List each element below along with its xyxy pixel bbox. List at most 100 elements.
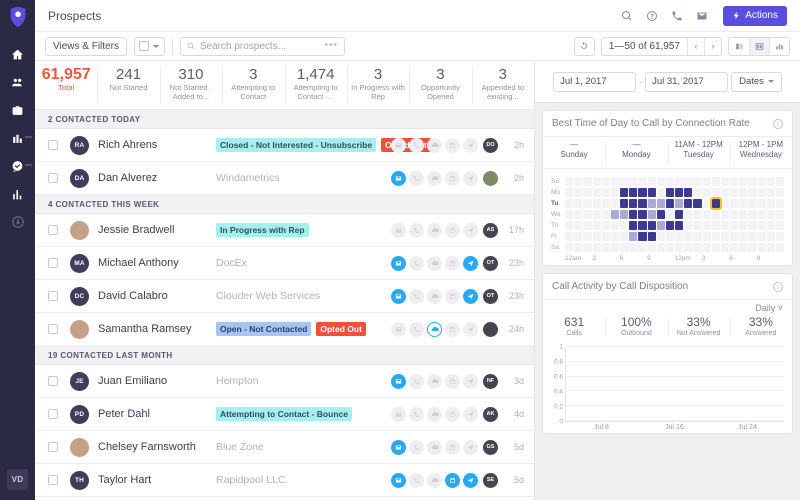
start-date-field[interactable]: Jul 1, 2017: [553, 71, 637, 92]
list-view-icon[interactable]: [729, 38, 749, 55]
heatmap-cell[interactable]: [675, 177, 684, 186]
heatmap-cell[interactable]: [583, 188, 592, 197]
heatmap-cell[interactable]: [739, 243, 748, 252]
heatmap-cell[interactable]: [665, 177, 675, 186]
heatmap-cell[interactable]: [638, 188, 647, 197]
row-checkbox[interactable]: [48, 376, 58, 386]
heatmap-cell[interactable]: [565, 177, 574, 186]
heatmap-cell[interactable]: [730, 177, 739, 186]
heatmap-cell[interactable]: [647, 188, 656, 197]
info-icon[interactable]: i: [773, 118, 783, 129]
heatmap-cell[interactable]: [592, 221, 601, 230]
heatmap-cell[interactable]: [739, 221, 748, 230]
heatmap-cell[interactable]: [620, 177, 629, 186]
email-icon[interactable]: [391, 406, 406, 422]
heatmap-cell[interactable]: [638, 243, 647, 252]
email-icon[interactable]: [391, 170, 406, 186]
cloud-icon[interactable]: [427, 439, 442, 455]
heatmap-cell[interactable]: [748, 188, 757, 197]
heatmap-cell[interactable]: [592, 210, 601, 219]
prev-page-button[interactable]: ‹: [687, 37, 704, 55]
info-icon[interactable]: i: [773, 281, 783, 292]
heatmap-cell[interactable]: [665, 199, 675, 208]
heatmap-cell[interactable]: [709, 197, 722, 210]
heatmap-cell[interactable]: [748, 221, 757, 230]
heatmap-cell[interactable]: [592, 232, 601, 241]
heatmap-cell[interactable]: [610, 243, 620, 252]
heatmap-cell[interactable]: [693, 210, 702, 219]
heatmap-cell[interactable]: [656, 221, 665, 230]
heatmap-cell[interactable]: [702, 243, 711, 252]
meeting-icon[interactable]: [445, 137, 460, 153]
heatmap-cell[interactable]: [675, 210, 684, 219]
row-checkbox[interactable]: [48, 409, 58, 419]
heatmap-cell[interactable]: [610, 232, 620, 241]
prospect-name[interactable]: David Calabro: [98, 290, 216, 302]
heatmap-cell[interactable]: [638, 177, 647, 186]
heatmap-cell[interactable]: [693, 188, 702, 197]
meeting-icon[interactable]: [445, 472, 460, 488]
table-row[interactable]: RA Rich Ahrens Closed - Not Interested - U…: [35, 129, 534, 162]
heatmap-cell[interactable]: [730, 232, 739, 241]
send-icon[interactable]: [463, 373, 478, 389]
send-icon[interactable]: [463, 255, 478, 271]
heatmap-cell[interactable]: [601, 210, 610, 219]
stat-card-7[interactable]: 3 Appended to existing...: [471, 61, 534, 109]
owner-avatar[interactable]: OT: [483, 288, 498, 304]
send-icon[interactable]: [463, 170, 478, 186]
heatmap-cell[interactable]: [665, 188, 675, 197]
heatmap-cell[interactable]: [730, 188, 739, 197]
heatmap-cell[interactable]: [610, 210, 620, 219]
heatmap-cell[interactable]: [601, 243, 610, 252]
owner-avatar[interactable]: NF: [483, 373, 498, 389]
cloud-icon[interactable]: [427, 255, 442, 271]
heatmap-cell[interactable]: [748, 177, 757, 186]
meeting-icon[interactable]: [445, 321, 460, 337]
owner-avatar[interactable]: SE: [483, 472, 498, 488]
heatmap-cell[interactable]: [711, 232, 720, 241]
heatmap-cell[interactable]: [601, 188, 610, 197]
email-icon[interactable]: [391, 472, 406, 488]
meeting-icon[interactable]: [445, 373, 460, 389]
email-icon[interactable]: [391, 222, 406, 238]
heatmap-cell[interactable]: [730, 243, 739, 252]
heatmap-cell[interactable]: [610, 177, 620, 186]
heatmap-cell[interactable]: [775, 199, 785, 208]
owner-avatar[interactable]: [483, 170, 498, 186]
heatmap-cell[interactable]: [610, 199, 620, 208]
heatmap-cell[interactable]: [757, 221, 766, 230]
heatmap-cell[interactable]: [702, 221, 711, 230]
search-icon[interactable]: [621, 10, 633, 22]
heatmap-cell[interactable]: [766, 232, 775, 241]
help-icon[interactable]: [646, 10, 658, 22]
cloud-icon[interactable]: [427, 137, 442, 153]
heatmap-cell[interactable]: [684, 188, 693, 197]
heatmap-cell[interactable]: [647, 221, 656, 230]
call-icon[interactable]: [409, 472, 424, 488]
cloud-icon[interactable]: [427, 373, 442, 389]
call-icon[interactable]: [409, 288, 424, 304]
dates-dropdown[interactable]: Dates: [731, 71, 782, 92]
email-icon[interactable]: [391, 321, 406, 337]
phone-icon[interactable]: [671, 10, 683, 22]
heatmap-cell[interactable]: [601, 177, 610, 186]
send-icon[interactable]: [463, 222, 478, 238]
stat-card-2[interactable]: 310 Not Started · Added to...: [159, 61, 222, 109]
heatmap-cell[interactable]: [592, 243, 601, 252]
heatmap-cell[interactable]: [702, 177, 711, 186]
cloud-icon[interactable]: [427, 472, 442, 488]
heatmap-cell[interactable]: [739, 210, 748, 219]
heatmap-cell[interactable]: [675, 221, 684, 230]
heatmap-cell[interactable]: [620, 210, 629, 219]
call-icon[interactable]: [409, 170, 424, 186]
avatar[interactable]: VD: [7, 469, 28, 490]
heatmap-cell[interactable]: [693, 199, 702, 208]
heatmap-cell[interactable]: [766, 243, 775, 252]
send-icon[interactable]: [463, 406, 478, 422]
heatmap-cell[interactable]: [647, 232, 656, 241]
sidebar-item-tasks[interactable]: •••: [0, 152, 35, 180]
meeting-icon[interactable]: [445, 255, 460, 271]
heatmap-cell[interactable]: [739, 177, 748, 186]
heatmap-cell[interactable]: [574, 243, 583, 252]
row-checkbox[interactable]: [48, 475, 58, 485]
